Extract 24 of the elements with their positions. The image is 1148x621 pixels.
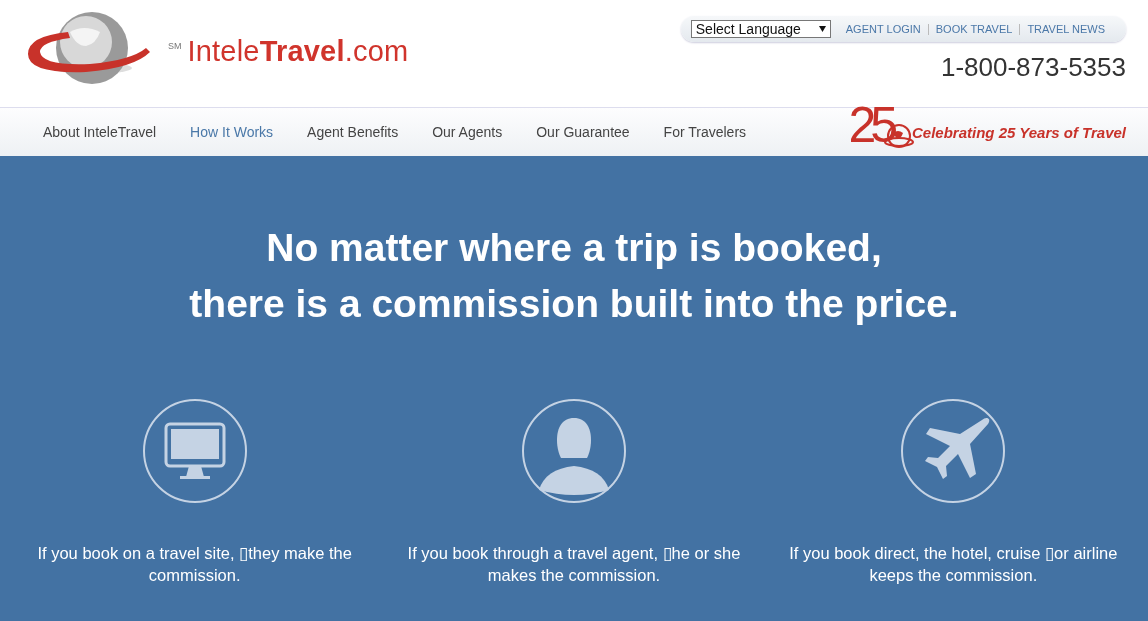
nav-link[interactable]: How It Works: [190, 124, 274, 140]
feature-caption: If you book direct, the hotel, cruise ▯or airline keeps the commission.: [788, 543, 1119, 586]
nav-link[interactable]: Our Agents: [432, 124, 503, 140]
phone-number: 1-800-873-5353: [940, 52, 1126, 83]
top-link[interactable]: TRAVEL NEWS: [1019, 23, 1112, 35]
anniversary-number: 25: [848, 100, 892, 150]
language-select[interactable]: Select Language: [690, 20, 831, 38]
headline: No matter where a trip is booked,: [265, 225, 883, 271]
nav-link[interactable]: For Travelers: [663, 124, 747, 140]
nav-link[interactable]: Agent Benefits: [307, 124, 399, 140]
top-link[interactable]: BOOK TRAVEL: [927, 23, 1020, 35]
top-link[interactable]: AGENT LOGIN: [838, 23, 928, 35]
logo-wordmark[interactable]: InteleTravel.com: [187, 34, 409, 68]
feature-caption: If you book on a travel site, ▯they make the commission.: [36, 543, 353, 586]
airplane-icon: [900, 398, 1007, 504]
caret-icon: [818, 26, 826, 32]
nav-link[interactable]: About InteleTravel: [43, 124, 157, 140]
nav-link[interactable]: Our Guarantee: [536, 124, 630, 140]
headline: there is a commission built into the price.: [188, 281, 960, 327]
feature-caption: If you book through a travel agent, ▯he or she makes the commission.: [406, 543, 742, 586]
anniversary-tagline: Celebrating 25 Years of Travel: [912, 123, 1126, 141]
computer-monitor-icon: [141, 398, 248, 504]
person-silhouette-icon: [521, 398, 627, 504]
service-mark: SM: [168, 41, 182, 51]
